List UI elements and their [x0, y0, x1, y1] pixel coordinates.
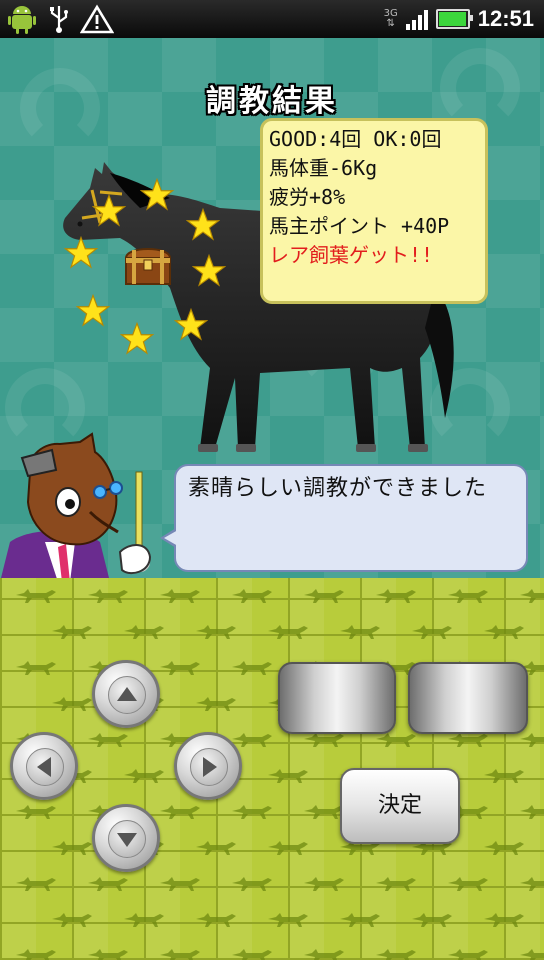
horse-tile-icon — [484, 841, 524, 855]
horse-tile-icon — [16, 877, 56, 891]
arrow-right-icon — [203, 757, 217, 777]
dpad-down-button[interactable] — [92, 804, 160, 872]
message-text: 素晴らしい調教ができました — [188, 476, 488, 501]
horse-tile-icon — [196, 697, 236, 711]
horse-tile-icon — [448, 589, 488, 603]
android-icon — [8, 6, 36, 34]
horse-tile-icon — [376, 949, 416, 960]
horse-tile-icon — [88, 589, 128, 603]
action-button-left[interactable] — [278, 662, 396, 734]
network-type-label: 3G — [383, 8, 398, 19]
horse-tile-icon — [196, 841, 236, 855]
clock: 12:51 — [477, 6, 534, 31]
star-icon — [76, 294, 110, 327]
horse-tile-icon — [52, 697, 92, 711]
horse-tile-icon — [520, 733, 544, 747]
result-line-fatigue: 疲労+8% — [269, 185, 346, 209]
result-line-weight: 馬体重-6Kg — [269, 156, 378, 180]
horse-tile-icon — [412, 625, 452, 639]
result-line-rare-feed: レア飼葉ゲット!! — [269, 243, 434, 267]
arrow-up-icon — [117, 687, 137, 701]
horse-tile-icon — [124, 913, 164, 927]
trainer-mascot — [1, 432, 152, 578]
horse-tile-icon — [124, 625, 164, 639]
training-result-panel: GOOD:4回 OK:0回 馬体重-6Kg 疲労+8% 馬主ポイント +40P … — [260, 118, 488, 304]
action-button-right[interactable] — [408, 662, 528, 734]
star-icon — [186, 208, 220, 241]
horse-tile-icon — [520, 589, 544, 603]
decide-button[interactable]: 決定 — [340, 768, 460, 844]
network-indicator: 3G ⇅ — [383, 8, 398, 29]
battery-icon — [435, 9, 473, 29]
horse-tile-icon — [196, 913, 236, 927]
star-icon — [64, 236, 98, 269]
dpad-left-button[interactable] — [10, 732, 78, 800]
star-icon — [140, 178, 174, 211]
dpad-up-button[interactable] — [92, 660, 160, 728]
horse-tile-icon — [160, 589, 200, 603]
horse-tile-icon — [268, 769, 308, 783]
horse-tile-icon — [520, 877, 544, 891]
horse-tile-icon — [16, 949, 56, 960]
horse-tile-icon — [232, 877, 272, 891]
horse-tile-icon — [304, 949, 344, 960]
horse-tile-icon — [52, 913, 92, 927]
arrow-down-icon — [117, 833, 137, 847]
horse-tile-icon — [52, 625, 92, 639]
status-bar: 3G ⇅ 12:51 — [0, 0, 544, 38]
signal-icon — [405, 8, 428, 30]
horse-tile-icon — [268, 625, 308, 639]
horse-tile-icon — [448, 877, 488, 891]
horse-tile-icon — [16, 589, 56, 603]
horse-tile-icon — [232, 949, 272, 960]
star-icon — [120, 322, 154, 355]
horse-tile-icon — [88, 733, 128, 747]
result-line-points: 馬主ポイント +40P — [269, 214, 450, 238]
horse-tile-icon — [160, 949, 200, 960]
star-icon — [174, 308, 208, 341]
horse-tile-icon — [520, 949, 544, 960]
horse-tile-icon — [484, 913, 524, 927]
treasure-chest-icon — [124, 248, 172, 285]
horse-tile-icon — [412, 913, 452, 927]
horse-tile-icon — [160, 877, 200, 891]
horse-tile-icon — [484, 625, 524, 639]
horse-tile-icon — [196, 625, 236, 639]
star-icon — [192, 254, 226, 287]
usb-icon — [50, 6, 68, 33]
horse-tile-icon — [232, 733, 272, 747]
horse-tile-icon — [340, 625, 380, 639]
horse-tile-icon — [160, 661, 200, 675]
horse-tile-icon — [124, 769, 164, 783]
horse-tile-icon — [88, 877, 128, 891]
horse-tile-icon — [160, 805, 200, 819]
star-icon — [92, 194, 126, 227]
horse-tile-icon — [448, 949, 488, 960]
horse-tile-icon — [484, 769, 524, 783]
horse-tile-icon — [232, 589, 272, 603]
horse-tile-icon — [304, 877, 344, 891]
controller-panel — [0, 578, 544, 960]
horse-tile-icon — [232, 661, 272, 675]
horse-tile-icon — [304, 589, 344, 603]
arrow-left-icon — [37, 757, 51, 777]
dpad-right-button[interactable] — [174, 732, 242, 800]
screen-title: 調教結果 — [206, 84, 338, 119]
horse-tile-icon — [16, 805, 56, 819]
horse-tile-icon — [376, 877, 416, 891]
battery-fill — [438, 12, 466, 26]
horse-tile-icon — [520, 805, 544, 819]
message-bubble: 素晴らしい調教ができました — [160, 464, 528, 572]
horse-tile-icon — [232, 805, 272, 819]
horse-tile-icon — [268, 913, 308, 927]
horse-tile-icon — [16, 661, 56, 675]
horse-tile-icon — [268, 841, 308, 855]
horse-tile-icon — [52, 841, 92, 855]
horse-tile-icon — [340, 913, 380, 927]
result-line-rating: GOOD:4回 OK:0回 — [269, 127, 442, 151]
warning-icon — [80, 4, 114, 34]
horse-tile-icon — [376, 589, 416, 603]
horse-tile-icon — [88, 949, 128, 960]
training-result-screen: 調教結果 GOOD:4回 OK:0回 馬体重-6Kg 疲労+8% 馬主ポイント … — [0, 38, 544, 578]
